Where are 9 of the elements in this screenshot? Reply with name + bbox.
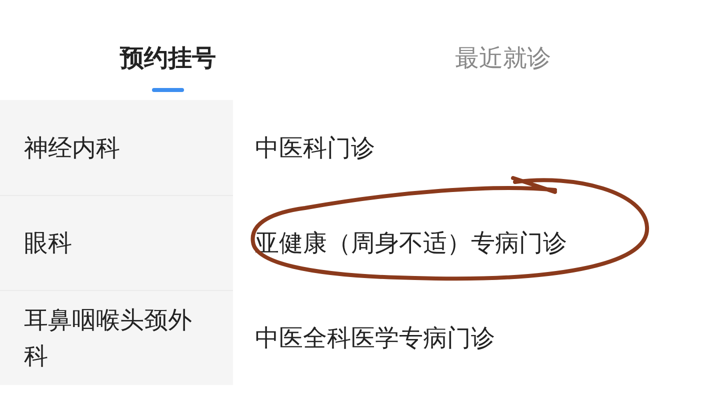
department-item[interactable]: 耳鼻咽喉头颈外科 [24, 302, 209, 374]
clinic-item[interactable]: 亚健康（周身不适）专病门诊 [255, 224, 567, 260]
clinic-item[interactable]: 中医全科医学专病门诊 [255, 320, 495, 356]
tab[interactable]: 预约挂号 [0, 28, 336, 100]
department-item[interactable]: 眼科 [24, 225, 72, 261]
active-tab-indicator [152, 88, 184, 92]
tab[interactable]: 最近就诊 [336, 28, 670, 100]
department-item[interactable]: 神经内科 [24, 130, 120, 166]
clinic-item[interactable]: 中医科门诊 [255, 130, 375, 166]
